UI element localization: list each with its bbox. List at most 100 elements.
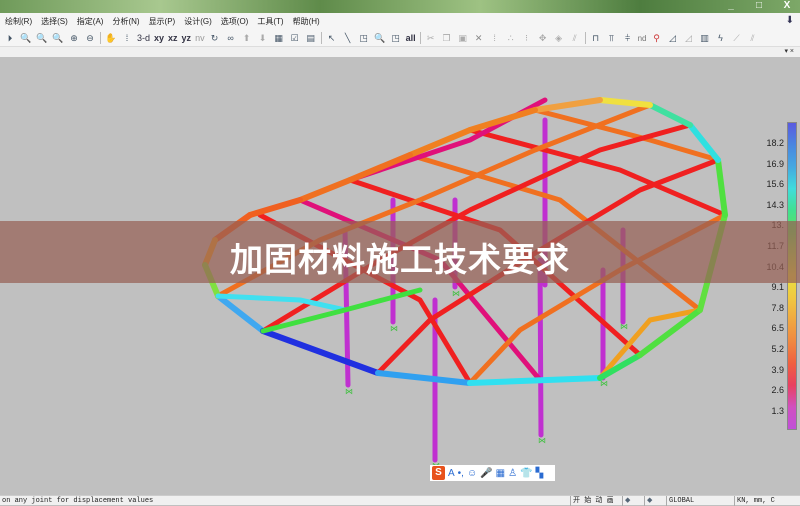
support-icon: ⋈ <box>620 322 628 331</box>
select-search-icon[interactable]: 🔍 <box>374 32 386 44</box>
view-xz-button[interactable]: xz <box>168 33 178 43</box>
support-icon: ⋈ <box>345 387 353 396</box>
title-bar: _ □ X <box>0 0 800 13</box>
menu-design[interactable]: 设计(G) <box>184 16 212 27</box>
delete-icon[interactable]: ✕ <box>473 32 485 44</box>
maximize-button[interactable]: □ <box>750 0 768 12</box>
view-3d-button[interactable]: 3-d <box>137 33 150 43</box>
menu-options[interactable]: 选项(O) <box>221 16 249 27</box>
zoom-window-icon[interactable]: 🔍 <box>20 32 32 44</box>
checkbox-icon[interactable]: ☑ <box>289 32 301 44</box>
zoom-all-icon[interactable]: 🔍 <box>36 32 48 44</box>
deformed-shape-icon[interactable]: ⟋ <box>731 32 743 44</box>
extrude-icon[interactable]: ⁝ <box>521 32 533 44</box>
copy-icon[interactable]: ❐ <box>441 32 453 44</box>
ring-member[interactable] <box>215 293 266 334</box>
move-icon[interactable]: ✥ <box>537 32 549 44</box>
up-arrow-icon[interactable]: ⬆ <box>241 32 253 44</box>
area-loads-icon[interactable]: ◿ <box>683 32 695 44</box>
paste-icon[interactable]: ▣ <box>457 32 469 44</box>
table-icon[interactable]: ▥ <box>699 32 711 44</box>
view-window-controls[interactable]: ▾ × <box>0 47 800 57</box>
ring-member[interactable] <box>647 102 693 128</box>
menu-analyze[interactable]: 分析(N) <box>112 16 139 27</box>
ime-punct-icon[interactable]: •, <box>458 468 464 479</box>
close-button[interactable]: X <box>778 0 796 12</box>
sogou-logo-icon[interactable]: S <box>432 466 445 480</box>
ring-member[interactable] <box>247 197 303 218</box>
status-bar: on any joint for displacement values 开 始… <box>0 495 800 506</box>
replicate-icon[interactable]: ⁞ <box>489 32 501 44</box>
run-icon[interactable]: ⏵ <box>4 32 16 44</box>
ime-menu-icon[interactable]: ▚ <box>536 468 544 479</box>
ring-member[interactable] <box>597 97 653 108</box>
ime-voice-icon[interactable]: 🎤 <box>480 468 492 479</box>
ime-user-icon[interactable]: ♙ <box>508 468 517 479</box>
support-icon: ⋈ <box>600 379 608 388</box>
zoom-previous-icon[interactable]: 🔍 <box>52 32 64 44</box>
ime-skin-icon[interactable]: 👕 <box>520 468 532 479</box>
support-icon: ⋈ <box>452 289 460 298</box>
legend-label: 18.2 <box>766 138 784 148</box>
menu-help[interactable]: 帮助(H) <box>293 16 320 27</box>
download-icon[interactable]: ⬇ <box>786 15 794 26</box>
ring-member[interactable] <box>260 328 381 376</box>
menu-bar: 绘制(R) 选择(S) 指定(A) 分析(N) 显示(P) 设计(G) 选项(O… <box>0 13 800 30</box>
joint-loads-icon[interactable]: ⚲ <box>651 32 663 44</box>
legend-label: 2.6 <box>771 385 784 396</box>
ime-emoji-icon[interactable]: ☺ <box>467 468 477 479</box>
legend-label: 1.3 <box>771 405 784 416</box>
rotate-icon[interactable]: ↻ <box>209 32 221 44</box>
select-previous-icon[interactable]: ◳ <box>390 32 402 44</box>
ring-member[interactable] <box>467 107 538 133</box>
menu-assign[interactable]: 指定(A) <box>77 16 104 27</box>
edit-lines-icon[interactable]: ⫽ <box>569 32 581 44</box>
ring-member[interactable] <box>467 375 603 386</box>
frame-restraint-icon[interactable]: ⊓ <box>590 32 602 44</box>
legend-label: 5.2 <box>771 344 784 354</box>
grid-icon[interactable]: ⁞ <box>121 32 133 44</box>
separator <box>100 32 101 44</box>
pinned-support-icon[interactable]: ⫩ <box>622 32 634 44</box>
ime-keyboard-icon[interactable]: ▦ <box>496 468 505 479</box>
banner-title: 加固材料施工技术要求 <box>230 240 570 279</box>
pan-hand-icon[interactable]: ✋ <box>105 32 117 44</box>
view-yz-button[interactable]: yz <box>182 33 192 43</box>
ring-member[interactable] <box>375 370 473 386</box>
display-options-icon[interactable]: ▤ <box>305 32 317 44</box>
ime-toolbar: S A •, ☺ 🎤 ▦ ♙ 👕 ▚ <box>430 465 555 481</box>
ime-lang-icon[interactable]: A <box>448 468 455 479</box>
view-nv-button[interactable]: nv <box>195 33 205 43</box>
zoom-out-icon[interactable]: ⊖ <box>84 32 96 44</box>
mesh-icon[interactable]: ◈ <box>553 32 565 44</box>
menu-draw[interactable]: 绘制(R) <box>5 16 32 27</box>
cut-icon[interactable]: ✂ <box>425 32 437 44</box>
legend-label: 3.9 <box>771 364 784 375</box>
view-xy-button[interactable]: xy <box>154 33 164 43</box>
legend-label: 14.3 <box>766 199 784 210</box>
lightning-icon[interactable]: ϟ <box>715 32 727 44</box>
fixed-support-icon[interactable]: ⫪ <box>606 32 618 44</box>
zoom-in-icon[interactable]: ⊕ <box>68 32 80 44</box>
node-label-button[interactable]: nd <box>638 34 647 43</box>
menu-select[interactable]: 选择(S) <box>41 16 68 27</box>
object-shrink-icon[interactable]: ▦ <box>273 32 285 44</box>
down-arrow-icon[interactable]: ⬇ <box>257 32 269 44</box>
ring-member[interactable] <box>715 157 728 218</box>
minimize-button[interactable]: _ <box>722 0 740 12</box>
column[interactable] <box>537 257 544 438</box>
ring-member[interactable] <box>297 177 353 203</box>
select-all-button[interactable]: all <box>406 33 416 43</box>
force-diagram-icon[interactable]: ⫽ <box>747 32 759 44</box>
separator <box>584 32 586 44</box>
menu-tools[interactable]: 工具(T) <box>257 16 283 27</box>
menu-display[interactable]: 显示(P) <box>149 16 176 27</box>
divide-icon[interactable]: ∴ <box>505 32 517 44</box>
perspective-icon[interactable]: ∞ <box>225 32 237 44</box>
support-icon: ⋈ <box>390 324 398 333</box>
select-window-icon[interactable]: ◳ <box>358 32 370 44</box>
select-intersect-icon[interactable]: ╲ <box>342 32 354 44</box>
ring-member[interactable] <box>347 152 413 183</box>
select-pointer-icon[interactable]: ↖ <box>326 32 338 44</box>
frame-loads-icon[interactable]: ◿ <box>667 32 679 44</box>
